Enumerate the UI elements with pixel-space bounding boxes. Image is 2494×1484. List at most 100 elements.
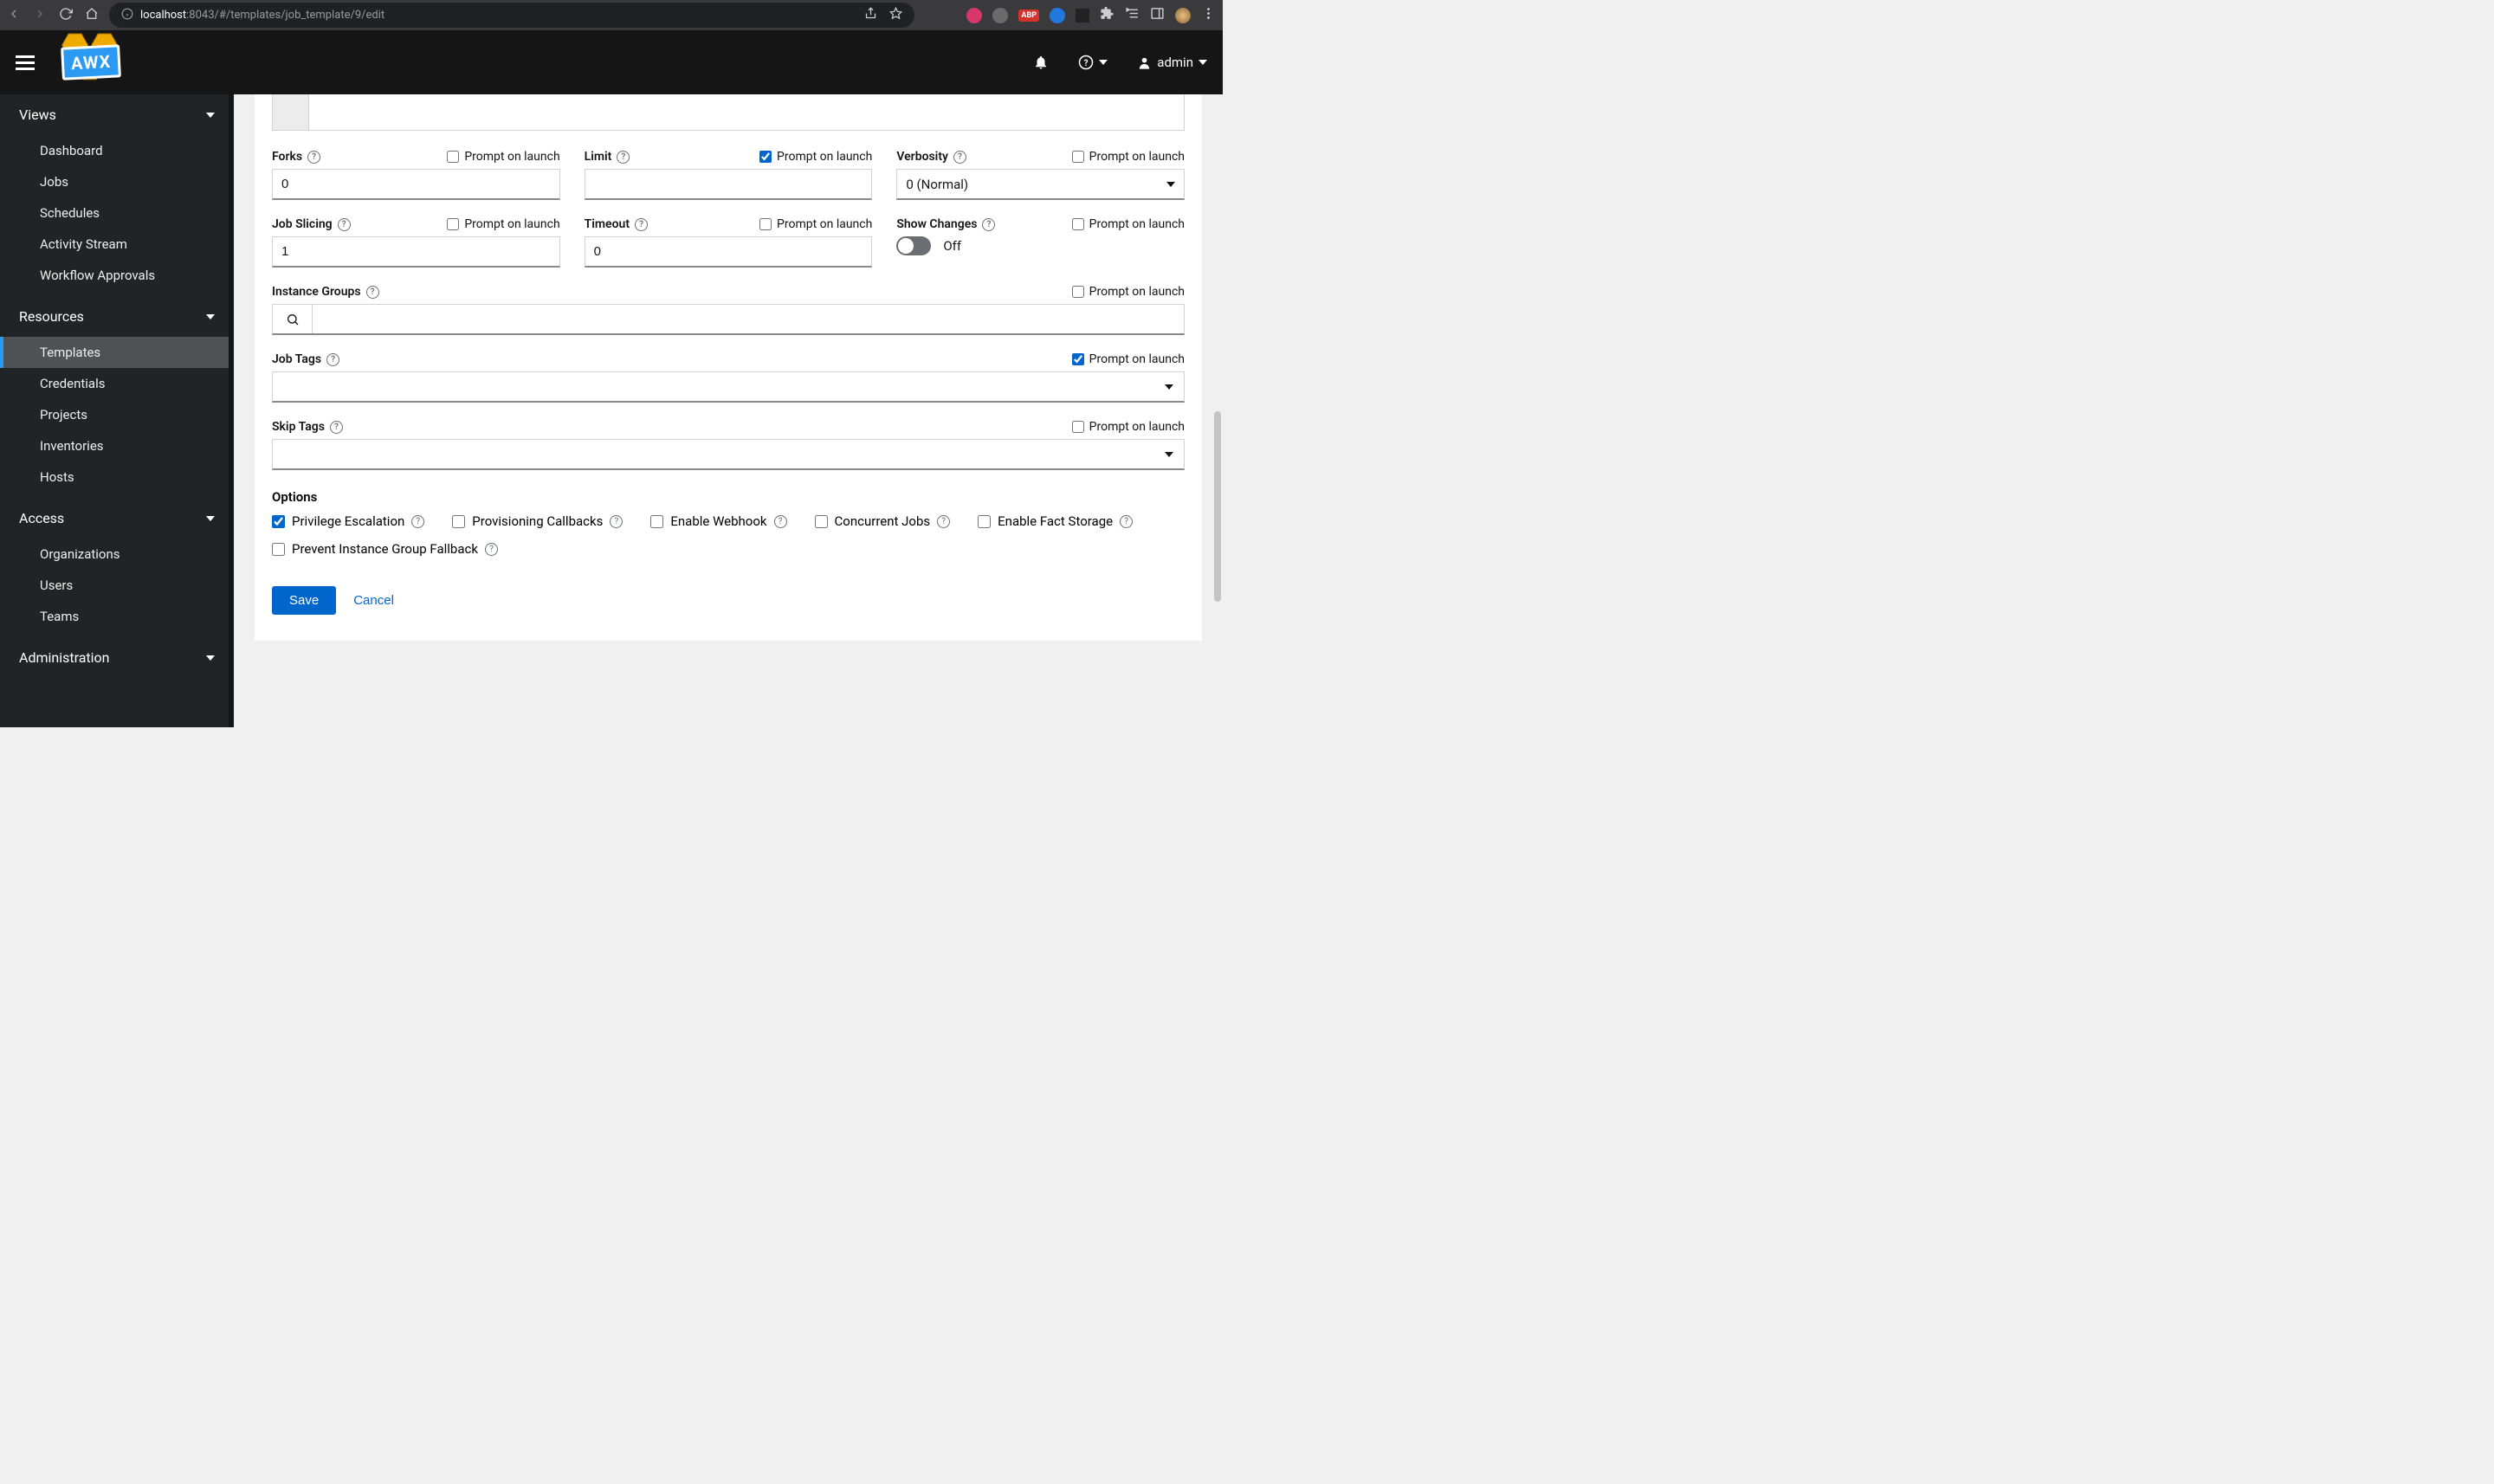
forks-input[interactable] (272, 169, 560, 200)
prompt-on-launch[interactable]: Prompt on launch (1072, 285, 1185, 299)
prompt-checkbox[interactable] (1072, 286, 1084, 298)
sidebar-item-activity-stream[interactable]: Activity Stream (0, 229, 234, 260)
sidebar-item-templates[interactable]: Templates (0, 337, 234, 368)
sidebar-section-views[interactable]: Views (0, 94, 234, 135)
ext-icon[interactable] (1076, 9, 1089, 23)
option-checkbox[interactable] (272, 543, 285, 556)
sidebar-item-organizations[interactable]: Organizations (0, 539, 234, 570)
sidebar-item-teams[interactable]: Teams (0, 601, 234, 632)
help-icon[interactable]: ? (338, 218, 351, 231)
sidebar-section-resources[interactable]: Resources (0, 296, 234, 337)
option-checkbox[interactable] (815, 515, 828, 528)
option-checkbox[interactable] (978, 515, 991, 528)
sidebar-section-access[interactable]: Access (0, 498, 234, 539)
help-icon[interactable]: ? (485, 543, 498, 556)
skip-tags-select[interactable] (272, 439, 1185, 470)
option-checkbox[interactable] (272, 515, 285, 528)
help-icon[interactable]: ? (1120, 515, 1133, 528)
option-concurrent-jobs[interactable]: Concurrent Jobs ? (815, 513, 951, 529)
option-prevent-instance-group-fallback[interactable]: Prevent Instance Group Fallback ? (272, 541, 498, 557)
help-icon[interactable]: ? (366, 286, 379, 299)
prompt-checkbox[interactable] (1072, 151, 1084, 163)
sidebar-item-schedules[interactable]: Schedules (0, 197, 234, 229)
sidebar-item-inventories[interactable]: Inventories (0, 430, 234, 461)
sidebar-item-users[interactable]: Users (0, 570, 234, 601)
forward-icon[interactable] (33, 7, 47, 24)
field-limit: Limit? Prompt on launch (585, 150, 873, 200)
help-icon[interactable]: ? (774, 515, 787, 528)
prompt-on-launch[interactable]: Prompt on launch (759, 217, 872, 231)
help-icon[interactable]: ? (937, 515, 950, 528)
prompt-on-launch[interactable]: Prompt on launch (447, 217, 559, 231)
prompt-on-launch[interactable]: Prompt on launch (1072, 352, 1185, 366)
prompt-on-launch[interactable]: Prompt on launch (447, 150, 559, 164)
help-icon[interactable]: ? (982, 218, 995, 231)
home-icon[interactable] (85, 7, 99, 24)
menu-icon[interactable] (1201, 6, 1216, 24)
help-icon[interactable]: ? (326, 353, 339, 366)
sidebar-item-workflow-approvals[interactable]: Workflow Approvals (0, 260, 234, 291)
prompt-on-launch[interactable]: Prompt on launch (1072, 150, 1185, 164)
limit-input[interactable] (585, 169, 873, 200)
search-icon[interactable] (273, 305, 313, 333)
sidebar-item-jobs[interactable]: Jobs (0, 166, 234, 197)
job-tags-select[interactable] (272, 371, 1185, 403)
option-provisioning-callbacks[interactable]: Provisioning Callbacks ? (452, 513, 623, 529)
help-icon[interactable]: ? (617, 151, 630, 164)
user-dropdown[interactable]: admin (1137, 55, 1207, 70)
prompt-checkbox[interactable] (1072, 218, 1084, 230)
prompt-checkbox[interactable] (759, 218, 772, 230)
sidebar-item-hosts[interactable]: Hosts (0, 461, 234, 493)
option-enable-webhook[interactable]: Enable Webhook ? (650, 513, 786, 529)
prompt-checkbox[interactable] (759, 151, 772, 163)
avatar-icon[interactable] (1175, 8, 1191, 23)
reload-icon[interactable] (59, 7, 73, 24)
prompt-checkbox[interactable] (1072, 353, 1084, 365)
extensions-icon[interactable] (1100, 6, 1115, 24)
save-button[interactable]: Save (272, 586, 336, 615)
browser-chrome: localhost:8043/#/templates/job_template/… (0, 0, 1223, 30)
back-icon[interactable] (7, 7, 21, 24)
option-enable-fact-storage[interactable]: Enable Fact Storage ? (978, 513, 1133, 529)
help-dropdown[interactable]: ? (1078, 55, 1108, 70)
help-icon[interactable]: ? (411, 515, 424, 528)
show-changes-toggle[interactable] (896, 236, 931, 255)
help-icon[interactable]: ? (953, 151, 966, 164)
sidebar-item-projects[interactable]: Projects (0, 399, 234, 430)
media-icon[interactable] (1125, 6, 1140, 24)
help-icon[interactable]: ? (610, 515, 623, 528)
cancel-button[interactable]: Cancel (353, 593, 394, 608)
prompt-on-launch[interactable]: Prompt on launch (759, 150, 872, 164)
option-checkbox[interactable] (650, 515, 663, 528)
prompt-checkbox[interactable] (1072, 421, 1084, 433)
panel-icon[interactable] (1150, 6, 1165, 24)
yaml-editor-bottom[interactable] (272, 94, 1185, 131)
ext-icon[interactable] (1050, 8, 1065, 23)
sidebar-item-dashboard[interactable]: Dashboard (0, 135, 234, 166)
prompt-on-launch[interactable]: Prompt on launch (1072, 217, 1185, 231)
help-icon[interactable]: ? (330, 421, 343, 434)
ext-icon[interactable] (992, 8, 1008, 23)
bookmark-icon[interactable] (889, 7, 902, 23)
sidebar-item-credentials[interactable]: Credentials (0, 368, 234, 399)
help-icon[interactable]: ? (635, 218, 648, 231)
sidebar-section-administration[interactable]: Administration (0, 637, 234, 678)
prompt-on-launch[interactable]: Prompt on launch (1072, 420, 1185, 434)
option-checkbox[interactable] (452, 515, 465, 528)
job-slicing-input[interactable] (272, 236, 560, 268)
main-scrollbar[interactable] (1214, 411, 1221, 602)
option-privilege-escalation[interactable]: Privilege Escalation ? (272, 513, 424, 529)
hamburger-button[interactable] (16, 55, 35, 70)
share-icon[interactable] (864, 7, 877, 23)
ext-icon[interactable] (966, 8, 982, 23)
ext-abp-icon[interactable]: ABP (1018, 10, 1039, 22)
logo[interactable]: AWX (50, 32, 132, 93)
help-icon[interactable]: ? (307, 151, 320, 164)
timeout-input[interactable] (585, 236, 873, 268)
prompt-checkbox[interactable] (447, 151, 459, 163)
instance-groups-input[interactable] (272, 304, 1185, 335)
prompt-checkbox[interactable] (447, 218, 459, 230)
address-bar[interactable]: localhost:8043/#/templates/job_template/… (109, 3, 914, 28)
verbosity-select[interactable]: 0 (Normal) (896, 169, 1185, 200)
bell-icon[interactable] (1033, 55, 1049, 70)
